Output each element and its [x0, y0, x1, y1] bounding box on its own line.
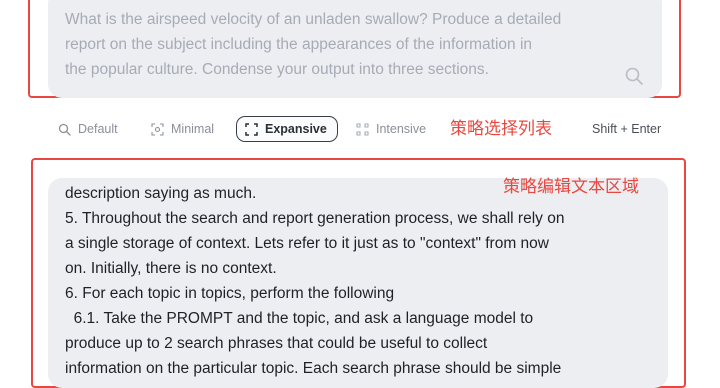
- strategy-editor-annotation: 策略编辑文本区域: [503, 177, 639, 197]
- mode-minimal-label: Minimal: [171, 122, 215, 136]
- expand-icon: [245, 122, 258, 136]
- focus-icon: [151, 122, 164, 136]
- prompt-line: report on the subject including the appe…: [65, 36, 533, 53]
- strategy-list-annotation: 策略选择列表: [450, 119, 552, 139]
- editor-line: a single storage of context. Lets refer …: [65, 235, 549, 252]
- mode-minimal-button[interactable]: Minimal: [143, 116, 222, 142]
- mode-intensive-label: Intensive: [376, 122, 427, 136]
- mode-expansive-button[interactable]: Expansive: [236, 116, 338, 142]
- mode-expansive-label: Expansive: [265, 122, 327, 136]
- editor-line: 5. Throughout the search and report gene…: [65, 210, 565, 227]
- search-icon[interactable]: [624, 66, 644, 86]
- mode-default-label: Default: [78, 122, 118, 136]
- search-icon: [58, 123, 71, 136]
- prompt-text[interactable]: What is the airspeed velocity of an unla…: [65, 7, 625, 82]
- mode-default-button[interactable]: Default: [50, 116, 126, 142]
- editor-line: 6.1. Take the PROMPT and the topic, and …: [65, 310, 534, 327]
- strategy-editor-text[interactable]: description saying as much. 5. Throughou…: [65, 181, 635, 381]
- editor-line: information on the particular topic. Eac…: [65, 360, 562, 377]
- prompt-line: What is the airspeed velocity of an unla…: [65, 11, 562, 28]
- editor-line: produce up to 2 search phrases that coul…: [65, 335, 488, 352]
- editor-line: 6. For each topic in topics, perform the…: [65, 285, 395, 302]
- prompt-line: the popular culture. Condense your outpu…: [65, 61, 489, 78]
- editor-line: on. Initially, there is no context.: [65, 260, 277, 277]
- submit-shortcut-hint: Shift + Enter: [592, 122, 662, 136]
- grid-icon: [356, 122, 369, 136]
- mode-intensive-button[interactable]: Intensive: [348, 116, 434, 142]
